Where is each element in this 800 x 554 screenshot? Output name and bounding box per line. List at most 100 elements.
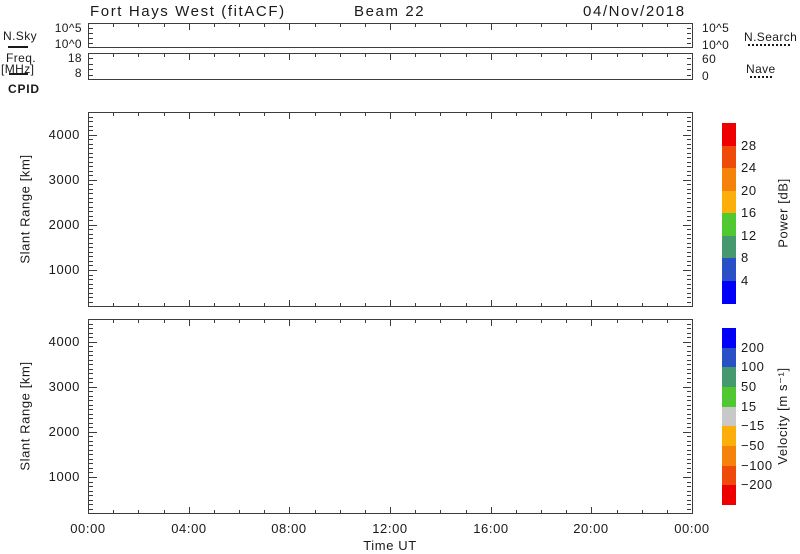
hour-tick (667, 24, 668, 27)
minor-y-tick (89, 275, 93, 276)
y-tick-label: 1000 (28, 262, 80, 277)
minor-y-tick (687, 495, 691, 496)
hour-tick (516, 320, 517, 323)
hour-tick (264, 320, 265, 323)
nave-right-tick-bottom: 0 (702, 69, 709, 83)
minor-y-tick (687, 373, 691, 374)
colorbar-tick-label: 15 (741, 399, 757, 414)
minor-y-tick (89, 423, 93, 424)
hour-tick (466, 320, 467, 323)
hour-tick (164, 510, 165, 513)
colorbar-tick-label: 100 (741, 359, 765, 374)
minor-y-tick (89, 247, 93, 248)
hour-tick (541, 24, 542, 27)
hour-tick (440, 303, 441, 306)
hour-tick (591, 54, 592, 60)
hour-tick (466, 113, 467, 116)
hour-tick (264, 24, 265, 27)
hour-tick (667, 54, 668, 57)
minor-y-tick (687, 261, 691, 262)
minor-y-tick (89, 360, 93, 361)
minor-y-tick (687, 144, 691, 145)
y-tick-label: 3000 (28, 172, 80, 187)
x-tick-label: 08:00 (259, 521, 319, 536)
hour-tick (566, 24, 567, 27)
major-y-tick (89, 180, 97, 181)
hour-tick (591, 24, 592, 30)
colorbar-segment (722, 236, 736, 259)
minor-y-tick (687, 482, 691, 483)
minor-y-tick (89, 463, 93, 464)
nsky-left-tick-top: 10^5 (46, 21, 82, 35)
minor-y-tick (89, 418, 93, 419)
minor-y-tick (89, 64, 93, 65)
colorbar-tick-label: −100 (741, 458, 773, 473)
minor-y-tick (89, 472, 93, 473)
hour-tick (214, 113, 215, 116)
minor-y-tick (687, 238, 691, 239)
minor-y-tick (89, 500, 93, 501)
minor-y-tick (89, 441, 93, 442)
minor-y-tick (687, 445, 691, 446)
hour-tick (164, 54, 165, 57)
minor-y-tick (89, 117, 93, 118)
hour-tick (113, 24, 114, 27)
velocity-rti-panel (88, 319, 693, 514)
minor-y-tick (89, 69, 93, 70)
nave-dotted-line-key (750, 76, 772, 78)
minor-y-tick (687, 346, 691, 347)
hour-tick (440, 24, 441, 27)
minor-y-tick (89, 364, 93, 365)
minor-y-tick (687, 130, 691, 131)
minor-y-tick (687, 75, 691, 76)
minor-y-tick (687, 43, 691, 44)
minor-y-tick (89, 337, 93, 338)
minor-y-tick (89, 405, 93, 406)
minor-y-tick (89, 171, 93, 172)
minor-y-tick (687, 378, 691, 379)
minor-y-tick (687, 418, 691, 419)
minor-y-tick (89, 252, 93, 253)
hour-tick (667, 303, 668, 306)
minor-y-tick (89, 495, 93, 496)
hour-tick (415, 54, 416, 57)
hour-tick (138, 113, 139, 116)
hour-tick (239, 510, 240, 513)
freq-left-tick-top: 18 (46, 51, 82, 65)
colorbar-tick-label: 4 (741, 273, 749, 288)
minor-y-tick (89, 207, 93, 208)
minor-y-tick (89, 409, 93, 410)
minor-y-tick (687, 38, 691, 39)
minor-y-tick (687, 288, 691, 289)
hour-tick (466, 54, 467, 57)
hour-tick (516, 54, 517, 57)
major-y-tick (89, 477, 97, 478)
hour-tick (491, 54, 492, 60)
minor-y-tick (89, 33, 93, 34)
nsearch-axis-label: N.Search (744, 30, 797, 44)
hour-tick (390, 113, 391, 119)
hour-tick (340, 510, 341, 513)
minor-y-tick (89, 369, 93, 370)
hour-tick (365, 113, 366, 116)
hour-tick (491, 507, 492, 513)
major-y-tick (89, 225, 97, 226)
hour-tick (466, 510, 467, 513)
minor-y-tick (89, 144, 93, 145)
colorbar-segment (722, 123, 736, 146)
x-tick-label: 00:00 (662, 521, 722, 536)
minor-y-tick (89, 166, 93, 167)
hour-tick (642, 320, 643, 323)
hour-tick (289, 300, 290, 306)
hour-tick (315, 24, 316, 27)
hour-tick (516, 113, 517, 116)
hour-tick (541, 320, 542, 323)
nsky-right-tick-bottom: 10^0 (702, 38, 729, 52)
rti-summary-plot: Fort Hays West (fitACF) Beam 22 04/Nov/2… (0, 0, 800, 554)
minor-y-tick (687, 405, 691, 406)
hour-tick (189, 24, 190, 30)
minor-y-tick (687, 69, 691, 70)
colorbar-segment (722, 407, 736, 427)
power-rti-panel (88, 112, 693, 307)
hour-tick (164, 24, 165, 27)
